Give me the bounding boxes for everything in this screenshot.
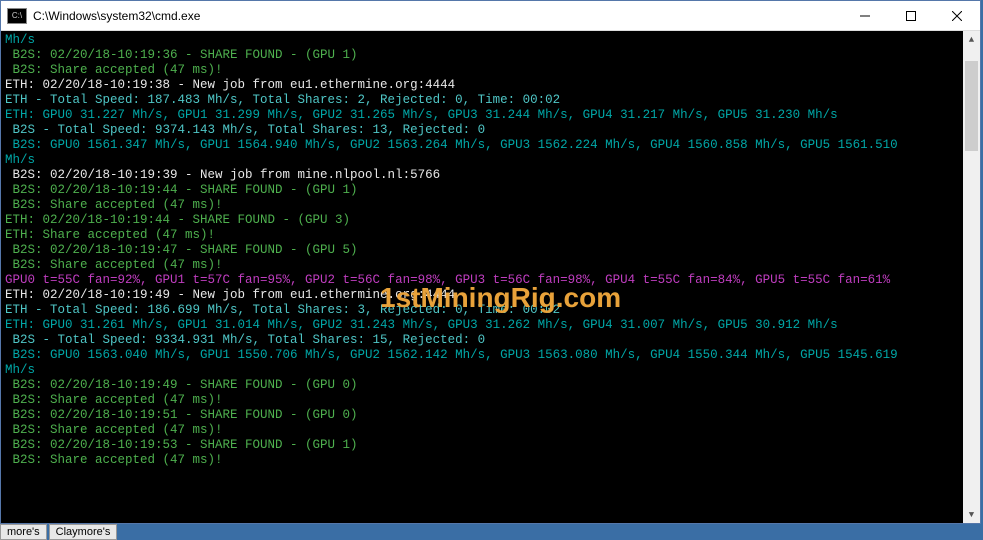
close-button[interactable] (934, 1, 980, 30)
maximize-button[interactable] (888, 1, 934, 30)
scroll-up-arrow-icon[interactable]: ▲ (963, 31, 980, 48)
terminal-line: ETH: 02/20/18-10:19:44 - SHARE FOUND - (… (5, 213, 959, 228)
terminal-line: B2S: Share accepted (47 ms)! (5, 198, 959, 213)
terminal-line: B2S: Share accepted (47 ms)! (5, 63, 959, 78)
terminal-output[interactable]: Mh/s B2S: 02/20/18-10:19:36 - SHARE FOUN… (1, 31, 963, 523)
terminal-line: B2S: 02/20/18-10:19:49 - SHARE FOUND - (… (5, 378, 959, 393)
terminal-line: ETH - Total Speed: 187.483 Mh/s, Total S… (5, 93, 959, 108)
terminal-line: ETH: 02/20/18-10:19:38 - New job from eu… (5, 78, 959, 93)
taskbar-item[interactable]: Claymore's (49, 524, 118, 540)
cmd-icon: C:\ (7, 8, 27, 24)
scroll-thumb[interactable] (965, 61, 978, 151)
terminal-line: GPU0 t=55C fan=92%, GPU1 t=57C fan=95%, … (5, 273, 959, 288)
terminal-line: Mh/s (5, 153, 959, 168)
terminal-line: B2S - Total Speed: 9374.143 Mh/s, Total … (5, 123, 959, 138)
terminal-line: Mh/s (5, 33, 959, 48)
terminal-line: B2S: 02/20/18-10:19:53 - SHARE FOUND - (… (5, 438, 959, 453)
terminal-line: B2S: Share accepted (47 ms)! (5, 393, 959, 408)
terminal-line: B2S: Share accepted (47 ms)! (5, 453, 959, 468)
minimize-button[interactable] (842, 1, 888, 30)
taskbar-fragment: more's Claymore's (0, 524, 117, 540)
terminal-line: ETH: Share accepted (47 ms)! (5, 228, 959, 243)
terminal-line: B2S: 02/20/18-10:19:44 - SHARE FOUND - (… (5, 183, 959, 198)
terminal-line: B2S: GPU0 1561.347 Mh/s, GPU1 1564.940 M… (5, 138, 959, 153)
content-area: Mh/s B2S: 02/20/18-10:19:36 - SHARE FOUN… (1, 31, 980, 523)
terminal-line: B2S: Share accepted (47 ms)! (5, 258, 959, 273)
minimize-icon (860, 11, 870, 21)
terminal-line: ETH: GPU0 31.227 Mh/s, GPU1 31.299 Mh/s,… (5, 108, 959, 123)
terminal-line: B2S: 02/20/18-10:19:51 - SHARE FOUND - (… (5, 408, 959, 423)
vertical-scrollbar[interactable]: ▲ ▼ (963, 31, 980, 523)
terminal-line: B2S: Share accepted (47 ms)! (5, 423, 959, 438)
scroll-down-arrow-icon[interactable]: ▼ (963, 506, 980, 523)
terminal-line: ETH: GPU0 31.261 Mh/s, GPU1 31.014 Mh/s,… (5, 318, 959, 333)
window-controls (842, 1, 980, 30)
close-icon (952, 11, 962, 21)
terminal-line: ETH: 02/20/18-10:19:49 - New job from eu… (5, 288, 959, 303)
terminal-line: B2S: 02/20/18-10:19:36 - SHARE FOUND - (… (5, 48, 959, 63)
cmd-window: C:\ C:\Windows\system32\cmd.exe Mh/s B2S… (0, 0, 981, 524)
terminal-line: B2S: 02/20/18-10:19:39 - New job from mi… (5, 168, 959, 183)
titlebar[interactable]: C:\ C:\Windows\system32\cmd.exe (1, 1, 980, 31)
taskbar-item[interactable]: more's (0, 524, 47, 540)
terminal-line: B2S - Total Speed: 9334.931 Mh/s, Total … (5, 333, 959, 348)
terminal-line: Mh/s (5, 363, 959, 378)
maximize-icon (906, 11, 916, 21)
terminal-line: B2S: 02/20/18-10:19:47 - SHARE FOUND - (… (5, 243, 959, 258)
terminal-line: B2S: GPU0 1563.040 Mh/s, GPU1 1550.706 M… (5, 348, 959, 363)
window-title: C:\Windows\system32\cmd.exe (33, 9, 842, 23)
terminal-line: ETH - Total Speed: 186.699 Mh/s, Total S… (5, 303, 959, 318)
